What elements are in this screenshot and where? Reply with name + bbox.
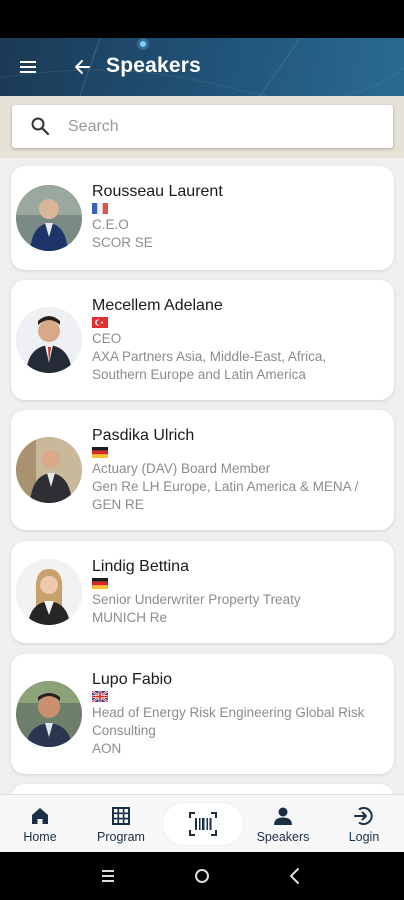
nav-speakers-label: Speakers: [256, 830, 310, 844]
menu-button[interactable]: [18, 56, 40, 78]
speaker-name: Rousseau Laurent: [92, 183, 223, 200]
speaker-card[interactable]: Lupo Fabio Head of Energy Risk Engineeri…: [11, 654, 394, 774]
tr-flag-icon: [92, 317, 108, 328]
speaker-card[interactable]: Lindig Bettina Senior Underwriter Proper…: [11, 541, 394, 643]
avatar: [16, 185, 82, 251]
speaker-card[interactable]: [11, 784, 394, 794]
speaker-list: Rousseau Laurent C.E.O SCOR SE Mecellem …: [0, 158, 404, 794]
search-box[interactable]: [12, 105, 393, 148]
avatar: [16, 307, 82, 373]
header-pattern: [0, 38, 404, 96]
search-icon: [31, 117, 50, 136]
speaker-title: Head of Energy Risk Engineering Global R…: [92, 705, 365, 720]
speaker-company: Gen Re LH Europe, Latin America & MENA /: [92, 479, 359, 494]
status-bar: [0, 0, 404, 38]
fr-flag-icon: [92, 203, 108, 214]
nav-program-label: Program: [97, 830, 145, 844]
home-circle-icon[interactable]: [192, 866, 212, 886]
system-nav-bar: [0, 852, 404, 900]
home-icon: [32, 808, 48, 824]
page-title: Speakers: [106, 54, 202, 77]
avatar: [16, 559, 82, 625]
bottom-nav: Home Program Speakers Login: [0, 794, 404, 852]
barcode-icon: [189, 812, 217, 836]
de-flag-icon: [92, 578, 108, 589]
search-input[interactable]: [68, 105, 378, 148]
recents-icon[interactable]: [98, 866, 118, 886]
scan-button[interactable]: [163, 803, 243, 845]
speaker-name: Lupo Fabio: [92, 671, 173, 688]
hamburger-icon: [20, 61, 36, 73]
grid-icon: [112, 807, 130, 825]
login-icon: [354, 807, 373, 825]
arrow-left-icon: [75, 60, 90, 74]
nav-speakers[interactable]: Speakers: [243, 795, 323, 853]
speaker-company: Southern Europe and Latin America: [92, 367, 306, 382]
chevron-left-icon[interactable]: [285, 866, 305, 886]
person-icon: [274, 807, 292, 825]
nav-login-label: Login: [348, 830, 380, 844]
avatar: [16, 437, 82, 503]
speaker-title: Actuary (DAV) Board Member: [92, 461, 271, 476]
de-flag-icon: [92, 447, 108, 458]
speaker-title: Consulting: [92, 723, 156, 738]
speaker-name: Lindig Bettina: [92, 558, 189, 575]
speaker-card[interactable]: Mecellem Adelane CEO AXA Partners Asia, …: [11, 280, 394, 400]
back-button[interactable]: [72, 56, 94, 78]
speaker-name: Mecellem Adelane: [92, 297, 223, 314]
speaker-company: MUNICH Re: [92, 610, 168, 625]
speaker-company: AON: [92, 741, 122, 756]
speaker-card[interactable]: Rousseau Laurent C.E.O SCOR SE: [11, 166, 394, 270]
app-header: Speakers: [0, 38, 404, 96]
speaker-name: Pasdika Ulrich: [92, 427, 195, 444]
avatar: [16, 681, 82, 747]
speaker-company: SCOR SE: [92, 235, 153, 250]
nav-home[interactable]: Home: [0, 795, 80, 853]
speaker-title: CEO: [92, 331, 122, 346]
nav-home-label: Home: [23, 830, 57, 844]
gb-flag-icon: [92, 691, 108, 702]
speaker-card[interactable]: Pasdika Ulrich Actuary (DAV) Board Membe…: [11, 410, 394, 530]
speaker-company: GEN RE: [92, 497, 144, 512]
nav-login[interactable]: Login: [324, 795, 404, 853]
search-zone: [0, 96, 404, 158]
speaker-title: Senior Underwriter Property Treaty: [92, 592, 301, 607]
nav-program[interactable]: Program: [81, 795, 161, 853]
speaker-company: AXA Partners Asia, Middle-East, Africa,: [92, 349, 327, 364]
speaker-title: C.E.O: [92, 217, 129, 232]
